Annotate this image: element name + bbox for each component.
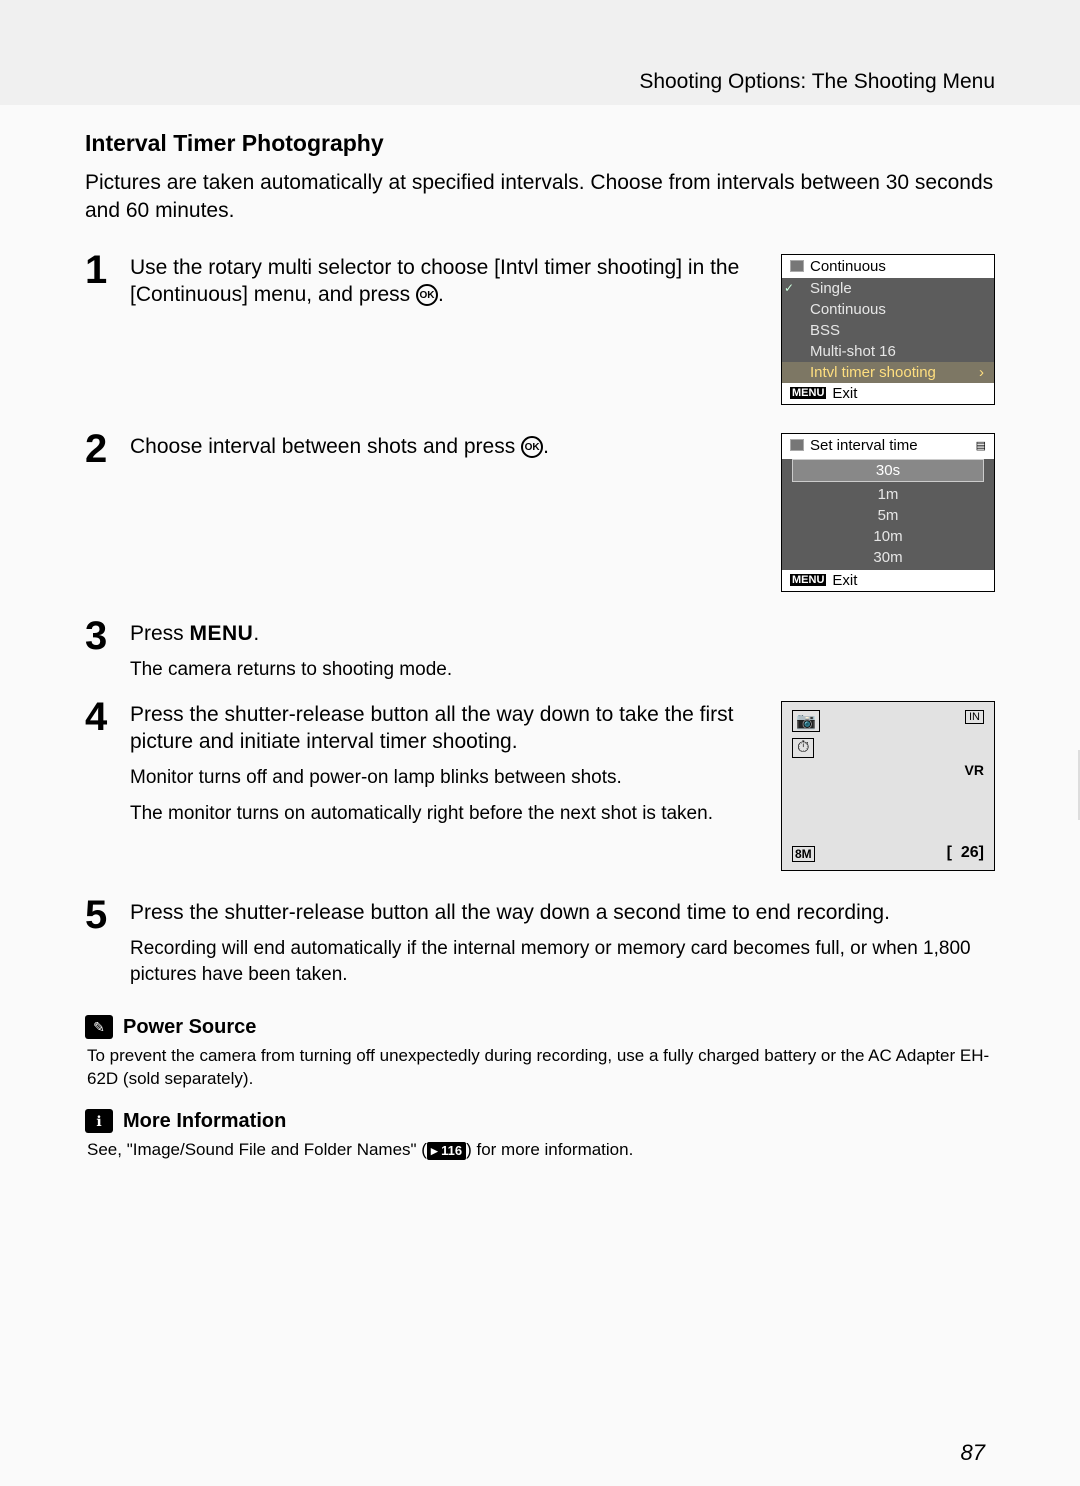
note-info-head: ℹ More Information xyxy=(85,1109,995,1133)
interval-30m: 30m xyxy=(782,547,994,568)
pencil-icon: ✎ xyxy=(85,1015,113,1039)
step-5: 5 Press the shutter-release button all t… xyxy=(85,899,995,988)
step-4: 4 Press the shutter-release button all t… xyxy=(85,701,995,871)
menu-item-single: ✓Single xyxy=(782,278,994,299)
page-number: 87 xyxy=(961,1440,985,1466)
info-icon: ℹ xyxy=(85,1109,113,1133)
timer-icon: ⏱ xyxy=(792,738,814,758)
menu-item-bss: BSS xyxy=(782,320,994,341)
ok-button-icon: OK xyxy=(416,284,438,306)
step-number: 3 xyxy=(85,616,130,683)
menu-item-continuous: Continuous xyxy=(782,299,994,320)
continuous-icon xyxy=(790,439,804,451)
step-3-text: Press MENU. xyxy=(130,620,983,647)
interval-30s-selected: 30s xyxy=(792,459,984,482)
step-1-text: Use the rotary multi selector to choose … xyxy=(130,254,769,309)
step-5-sub: Recording will end automatically if the … xyxy=(130,936,995,987)
interval-5m: 5m xyxy=(782,505,994,526)
in-badge: IN xyxy=(965,710,984,724)
interval-1m: 1m xyxy=(782,484,994,505)
menu-chip: MENU xyxy=(790,574,826,586)
step-5-text: Press the shutter-release button all the… xyxy=(130,899,995,926)
step-1: 1 Use the rotary multi selector to choos… xyxy=(85,254,995,405)
step-3: 3 Press MENU. The camera returns to shoo… xyxy=(85,620,995,683)
camera-icon: 📷 xyxy=(792,710,820,732)
step-number: 5 xyxy=(85,895,130,988)
checkmark-icon: ✓ xyxy=(784,281,794,295)
image-size-badge: 8M xyxy=(792,846,815,862)
page-ref-chip: ▸ 116 xyxy=(427,1142,466,1160)
menu-item-intvl-selected: Intvl timer shooting xyxy=(782,362,994,383)
step-number: 1 xyxy=(85,250,130,405)
step-2: 2 Choose interval between shots and pres… xyxy=(85,433,995,592)
menu-item-multishot: Multi-shot 16 xyxy=(782,341,994,362)
lcd-continuous-menu: Continuous ✓Single Continuous BSS Multi-… xyxy=(781,254,995,405)
vr-badge: VR xyxy=(965,762,984,778)
intro-text: Pictures are taken automatically at spec… xyxy=(85,169,995,226)
step-4-sub1: Monitor turns off and power-on lamp blin… xyxy=(130,765,769,791)
step-2-text: Choose interval between shots and press … xyxy=(130,433,769,460)
note-info-body: See, "Image/Sound File and Folder Names"… xyxy=(85,1139,995,1162)
page-header: Shooting Options: The Shooting Menu xyxy=(0,0,1080,105)
lcd-interval-menu: Set interval time▤ 30s 1m 5m 10m 30m MEN… xyxy=(781,433,995,592)
lcd-shooting-screen: 📷 ⏱ IN VR 8M [ 26] xyxy=(781,701,995,871)
step-number: 2 xyxy=(85,429,130,592)
note-power-body: To prevent the camera from turning off u… xyxy=(85,1045,995,1091)
menu-chip: MENU xyxy=(790,387,826,399)
ok-button-icon: OK xyxy=(521,436,543,458)
interval-10m: 10m xyxy=(782,526,994,547)
step-4-text: Press the shutter-release button all the… xyxy=(130,701,769,756)
note-power-head: ✎ Power Source xyxy=(85,1015,995,1039)
menu-button-label: MENU xyxy=(190,622,254,645)
section-title: Interval Timer Photography xyxy=(85,130,995,157)
step-3-sub: The camera returns to shooting mode. xyxy=(130,657,983,683)
breadcrumb: Shooting Options: The Shooting Menu xyxy=(639,70,995,93)
shots-remaining: [ 26] xyxy=(947,844,984,862)
step-number: 4 xyxy=(85,697,130,871)
step-4-sub2: The monitor turns on automatically right… xyxy=(130,801,769,827)
continuous-icon xyxy=(790,260,804,272)
